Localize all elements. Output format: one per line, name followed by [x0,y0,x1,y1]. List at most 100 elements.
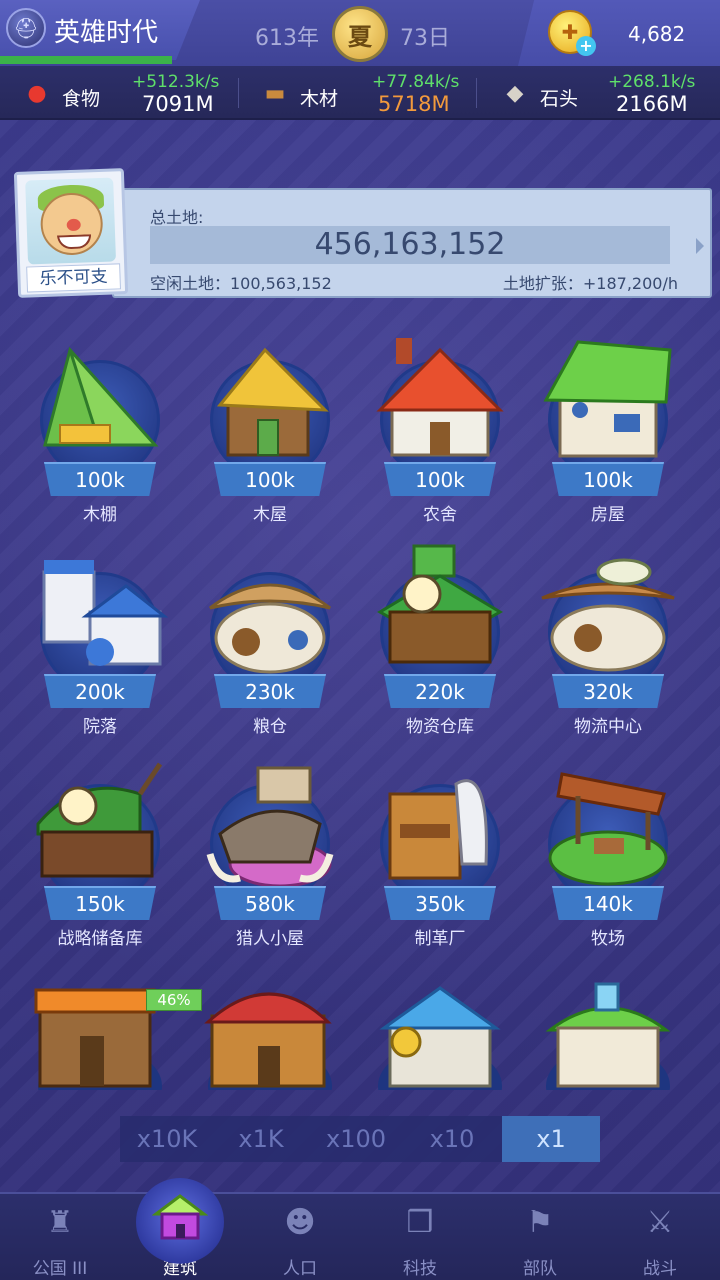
building-card[interactable]: 150k 战略储备库 [30,754,170,964]
active-nav-highlight [136,1178,224,1266]
season-badge: 夏 [332,6,388,62]
resource-rate: +77.84k/s [372,72,460,92]
nav-label: 科技 [403,1259,437,1279]
divider [238,78,239,108]
avatar-portrait [25,177,117,265]
nav-population[interactable]: ☻ 人口 [240,1194,360,1280]
building-name: 物资仓库 [406,717,474,737]
building-card[interactable]: 100k 木屋 [200,330,340,540]
building-card[interactable]: 580k 猎人小屋 [200,754,340,964]
building-name: 农舍 [423,505,457,525]
wood-icon: ▬ [264,80,286,106]
arrow-right-icon [696,238,704,254]
total-land-value: 456,163,152 [314,227,506,262]
building-cost: 220k [384,674,496,708]
date-day: 73日 [400,26,450,51]
observatory-icon[interactable] [370,966,510,1090]
nav-technology[interactable]: ❒ 科技 [360,1194,480,1280]
building-card[interactable]: 220k 物资仓库 [370,542,510,752]
resource-total: 2166M [616,92,688,116]
nav-label: 部队 [523,1259,557,1279]
building-cost: 580k [214,886,326,920]
building-name: 院落 [83,717,117,737]
resource-total: 7091M [142,92,214,116]
castle-icon: ♜ [46,1204,74,1240]
resource-name: 食物 [62,88,101,110]
resource-bar: ● 食物 +512.3k/s 7091M ▬ 木材 +77.84k/s 5718… [0,66,720,120]
building-card[interactable]: 320k 物流中心 [538,542,678,752]
land-info-box[interactable]: 总土地: 456,163,152 空闲土地：100,563,152 土地扩张：+… [112,188,712,298]
kingdom-progress [0,56,172,64]
building-name: 制革厂 [414,929,466,949]
divider [476,78,477,108]
multiplier-100[interactable]: x100 [308,1116,404,1162]
house-icon [152,1194,208,1240]
multiplier-10[interactable]: x10 [404,1116,500,1162]
nav-duchy[interactable]: ♜ 公国 III [0,1194,120,1280]
building-card[interactable]: 100k 房屋 [538,330,678,540]
multiplier-10k[interactable]: x10K [120,1116,214,1162]
resource-total: 5718M [378,92,450,116]
land-panel: 总土地: 456,163,152 空闲土地：100,563,152 土地扩张：+… [12,168,712,298]
building-cost: 350k [384,886,496,920]
nav-label: 战斗 [643,1259,677,1279]
building-card[interactable]: 350k 制革厂 [370,754,510,964]
building-card[interactable]: 230k 粮仓 [200,542,340,752]
workshop-icon[interactable] [30,966,170,1090]
nav-troops[interactable]: ⚑ 部队 [480,1194,600,1280]
resource-name: 石头 [540,88,579,110]
building-name: 木屋 [253,505,287,525]
building-cost: 100k [44,462,156,496]
resource-name: 木材 [300,88,339,110]
building-cost: 320k [552,674,664,708]
building-card[interactable]: 140k 牧场 [538,754,678,964]
book-icon: ❒ [406,1204,434,1240]
progress-badge: 46% [146,989,202,1011]
helmet-icon[interactable]: ⛑ [6,8,46,48]
barn-icon[interactable] [200,966,340,1090]
avatar[interactable]: 乐不可支 [13,168,129,298]
multiplier-bar: x10K x1K x100 x10 x1 [120,1116,600,1162]
building-cost: 230k [214,674,326,708]
building-card[interactable]: 100k 木棚 [30,330,170,540]
apple-icon: ● [27,80,47,106]
total-land-label: 总土地: [150,208,204,227]
banner-icon: ⚑ [526,1204,554,1240]
building-name: 猎人小屋 [236,929,304,949]
resource-rate: +268.1k/s [608,72,696,92]
add-coins-icon[interactable]: + [576,36,596,56]
kingdom-name: 英雄时代 [54,18,159,48]
resource-rate: +512.3k/s [132,72,220,92]
nav-label: 公国 III [32,1259,88,1279]
building-cost: 100k [214,462,326,496]
building-cost: 150k [44,886,156,920]
stone-icon: ◆ [506,80,524,106]
multiplier-1[interactable]: x1 [502,1116,600,1162]
top-bar: ⛑ 英雄时代 613年 夏 73日 ✚ + 4,682 [0,0,720,66]
building-cost: 140k [552,886,664,920]
lab-icon[interactable] [538,966,678,1090]
building-name: 战略储备库 [57,929,143,949]
building-card[interactable]: 200k 院落 [30,542,170,752]
land-expansion-text: 土地扩张：+187,200/h [502,274,678,293]
building-cost: 100k [552,462,664,496]
nav-battle[interactable]: ⚔ 战斗 [600,1194,720,1280]
building-name: 粮仓 [253,717,287,737]
building-name: 房屋 [591,505,625,525]
person-icon: ☻ [284,1204,316,1240]
building-name: 物流中心 [574,717,642,737]
avatar-name: 乐不可支 [26,263,121,293]
building-name: 牧场 [591,929,625,949]
crossed-swords-icon: ⚔ [646,1204,674,1240]
date-year: 613年 [255,26,319,51]
building-card[interactable]: 100k 农舍 [370,330,510,540]
idle-land-text: 空闲土地：100,563,152 [150,274,332,293]
building-name: 木棚 [83,505,117,525]
coin-amount: 4,682 [628,22,686,46]
building-cost: 200k [44,674,156,708]
total-land-bar: 456,163,152 [150,226,670,264]
building-cost: 100k [384,462,496,496]
multiplier-1k[interactable]: x1K [214,1116,308,1162]
bottom-nav: ♜ 公国 III 建筑 ☻ 人口 ❒ 科技 ⚑ 部队 ⚔ 战斗 [0,1192,720,1280]
nav-label: 人口 [283,1259,317,1279]
